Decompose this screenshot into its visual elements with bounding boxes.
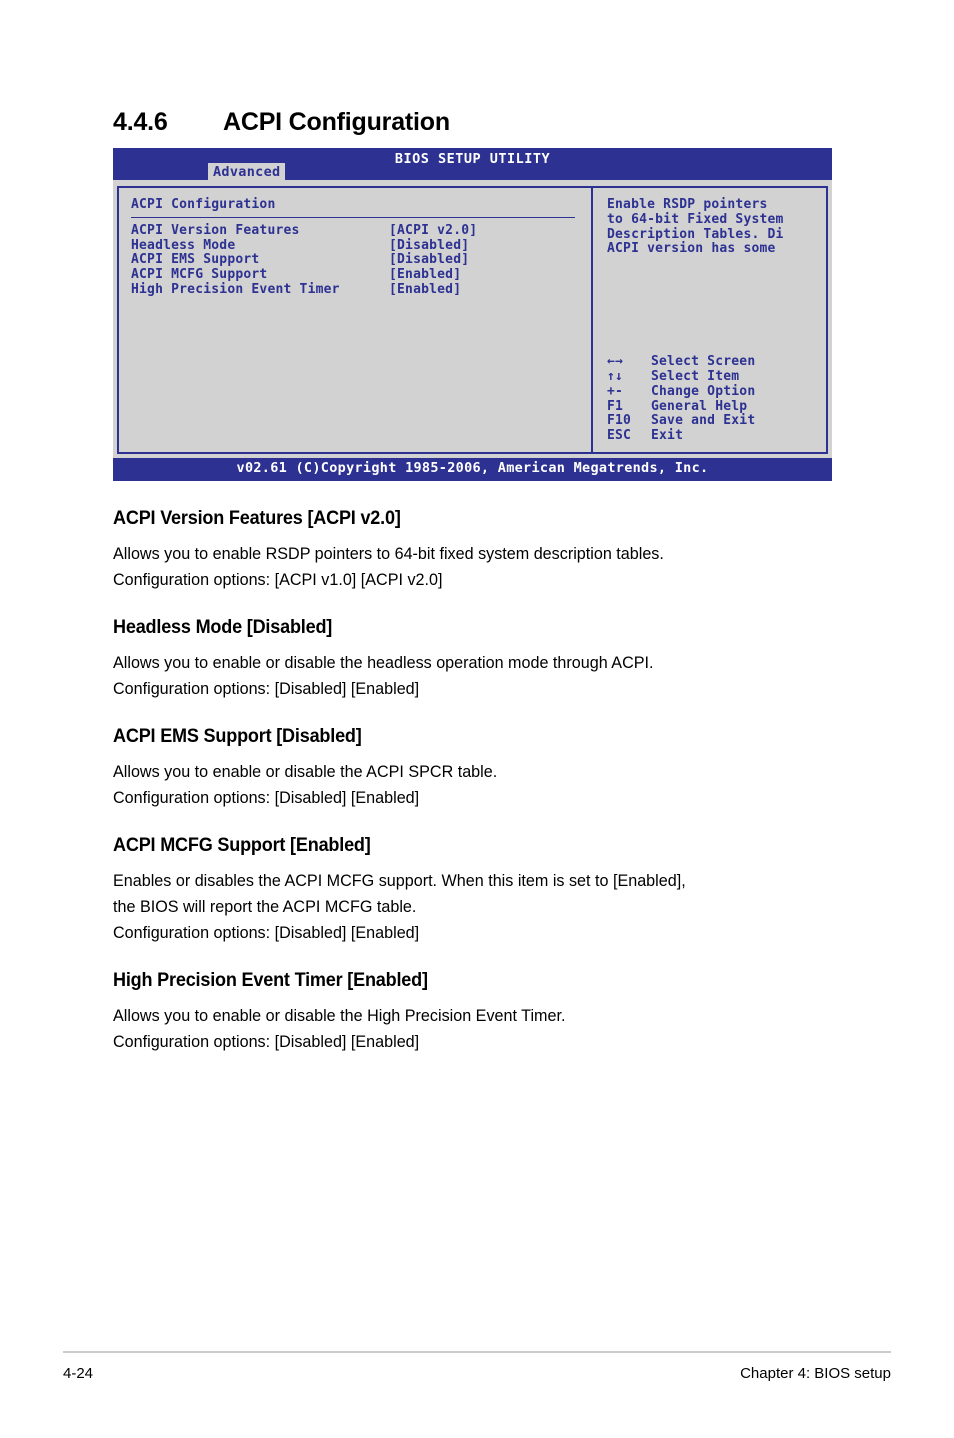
setting-body-line: Allows you to enable or disable the ACPI… bbox=[113, 762, 498, 781]
bios-option-value[interactable]: [Enabled] bbox=[389, 267, 461, 283]
f1-key-icon: F1 bbox=[607, 398, 624, 414]
setting-description-block: High Precision Event Timer [Enabled] All… bbox=[113, 970, 858, 1055]
bios-option-value[interactable]: [Enabled] bbox=[389, 282, 461, 298]
bios-option-row[interactable]: ACPI EMS Support [Disabled] bbox=[131, 253, 591, 268]
setting-body: Allows you to enable or disable the ACPI… bbox=[113, 759, 821, 811]
setting-body-line: the BIOS will report the ACPI MCFG table… bbox=[113, 897, 417, 916]
bios-option-value[interactable]: [ACPI v2.0] bbox=[389, 223, 477, 239]
bios-help-line: to 64-bit Fixed System bbox=[607, 211, 784, 227]
bios-option-label: High Precision Event Timer bbox=[131, 281, 340, 297]
bios-tab-advanced[interactable]: Advanced bbox=[208, 163, 286, 182]
bios-key-legend-row: F10 Save and Exit bbox=[607, 414, 807, 429]
bios-key-legend-row: ←→ Select Screen bbox=[607, 354, 807, 370]
setting-body-line: Configuration options: [Disabled] [Enabl… bbox=[113, 679, 420, 698]
bios-key-legend-label: Select Screen bbox=[651, 354, 756, 370]
bios-key-legend-label: Exit bbox=[651, 428, 684, 444]
bios-key-legend-label: Save and Exit bbox=[651, 413, 756, 429]
setting-description-block: ACPI Version Features [ACPI v2.0] Allows… bbox=[113, 508, 858, 593]
setting-description-block: ACPI MCFG Support [Enabled] Enables or d… bbox=[113, 835, 858, 946]
bios-pane-divider bbox=[131, 216, 575, 218]
f10-key-icon: F10 bbox=[607, 413, 632, 429]
bios-copyright-bar: v02.61 (C)Copyright 1985-2006, American … bbox=[113, 458, 832, 481]
setting-body-line: Enables or disables the ACPI MCFG suppor… bbox=[113, 871, 686, 890]
setting-body-line: Configuration options: [Disabled] [Enabl… bbox=[113, 788, 420, 807]
bios-setup-screenshot: BIOS SETUP UTILITY Advanced ACPI Configu… bbox=[113, 148, 832, 481]
bios-settings-pane: ACPI Configuration ACPI Version Features… bbox=[119, 188, 593, 452]
bios-header-bar: BIOS SETUP UTILITY Advanced bbox=[113, 148, 832, 182]
setting-body-line: Configuration options: [ACPI v1.0] [ACPI… bbox=[113, 570, 443, 589]
section-number: 4.4.6 bbox=[113, 108, 168, 136]
bios-help-line: ACPI version has some bbox=[607, 241, 776, 257]
bios-option-row[interactable]: Headless Mode [Disabled] bbox=[131, 237, 591, 254]
bios-pane-title: ACPI Configuration bbox=[131, 197, 276, 212]
setting-description-block: Headless Mode [Disabled] Allows you to e… bbox=[113, 617, 858, 702]
bios-option-row[interactable]: ACPI Version Features [ACPI v2.0] bbox=[131, 222, 591, 239]
setting-body: Allows you to enable RSDP pointers to 64… bbox=[113, 541, 821, 593]
bios-help-line: Enable RSDP pointers bbox=[607, 197, 768, 212]
setting-description-block: ACPI EMS Support [Disabled] Allows you t… bbox=[113, 726, 858, 811]
bios-option-label: ACPI MCFG Support bbox=[131, 267, 268, 283]
setting-body-line: Allows you to enable or disable the head… bbox=[113, 653, 654, 672]
bios-key-legend-row: +- Change Option bbox=[607, 383, 807, 400]
setting-body-line: Allows you to enable or disable the High… bbox=[113, 1006, 566, 1025]
bios-help-line: Description Tables. Di bbox=[607, 226, 784, 242]
bios-key-legend-label: Change Option bbox=[651, 383, 756, 399]
setting-heading: High Precision Event Timer [Enabled] bbox=[113, 970, 428, 991]
bios-option-label: ACPI Version Features bbox=[131, 222, 300, 238]
left-right-arrow-icon: ←→ bbox=[607, 354, 624, 370]
footer-chapter-label: Chapter 4: BIOS setup bbox=[740, 1365, 891, 1382]
setting-heading: ACPI MCFG Support [Enabled] bbox=[113, 835, 371, 856]
page-number: 4-24 bbox=[63, 1365, 94, 1382]
bios-option-row[interactable]: ACPI MCFG Support [Enabled] bbox=[131, 267, 591, 283]
setting-body: Allows you to enable or disable the High… bbox=[113, 1003, 821, 1055]
plus-minus-key-icon: +- bbox=[607, 383, 624, 399]
setting-heading: ACPI Version Features [ACPI v2.0] bbox=[113, 508, 401, 529]
setting-body: Enables or disables the ACPI MCFG suppor… bbox=[113, 868, 821, 946]
setting-body: Allows you to enable or disable the head… bbox=[113, 650, 821, 702]
up-down-arrow-icon: ↑↓ bbox=[607, 369, 624, 385]
settings-descriptions: ACPI Version Features [ACPI v2.0] Allows… bbox=[113, 508, 858, 1079]
esc-key-icon: ESC bbox=[607, 428, 632, 444]
bios-key-legend-row: F1 General Help bbox=[607, 398, 807, 415]
page-title: 4.4.6 ACPI Configuration bbox=[113, 108, 853, 137]
setting-body-line: Allows you to enable RSDP pointers to 64… bbox=[113, 544, 664, 563]
bios-key-legend-row: ↑↓ Select Item bbox=[607, 369, 807, 385]
setting-body-line: Configuration options: [Disabled] [Enabl… bbox=[113, 1032, 420, 1051]
bios-key-legend: ←→ Select Screen ↑↓ Select Item +- Chang… bbox=[607, 354, 807, 444]
bios-key-legend-row: ESC Exit bbox=[607, 428, 807, 444]
bios-option-value[interactable]: [Disabled] bbox=[389, 253, 469, 268]
bios-option-value[interactable]: [Disabled] bbox=[389, 238, 469, 254]
bios-body: ACPI Configuration ACPI Version Features… bbox=[113, 180, 832, 458]
bios-help-pane: Enable RSDP pointers to 64-bit Fixed Sys… bbox=[593, 188, 826, 452]
bios-key-legend-label: Select Item bbox=[651, 369, 740, 385]
bios-panel: ACPI Configuration ACPI Version Features… bbox=[117, 186, 828, 454]
bios-option-label: Headless Mode bbox=[131, 237, 236, 253]
setting-body-line: Configuration options: [Disabled] [Enabl… bbox=[113, 923, 420, 942]
setting-heading: ACPI EMS Support [Disabled] bbox=[113, 726, 362, 747]
section-title: ACPI Configuration bbox=[223, 108, 450, 136]
footer-divider bbox=[63, 1351, 891, 1353]
bios-option-row[interactable]: High Precision Event Timer [Enabled] bbox=[131, 281, 591, 298]
bios-key-legend-label: General Help bbox=[651, 398, 748, 414]
bios-option-label: ACPI EMS Support bbox=[131, 252, 260, 268]
setting-heading: Headless Mode [Disabled] bbox=[113, 617, 333, 638]
